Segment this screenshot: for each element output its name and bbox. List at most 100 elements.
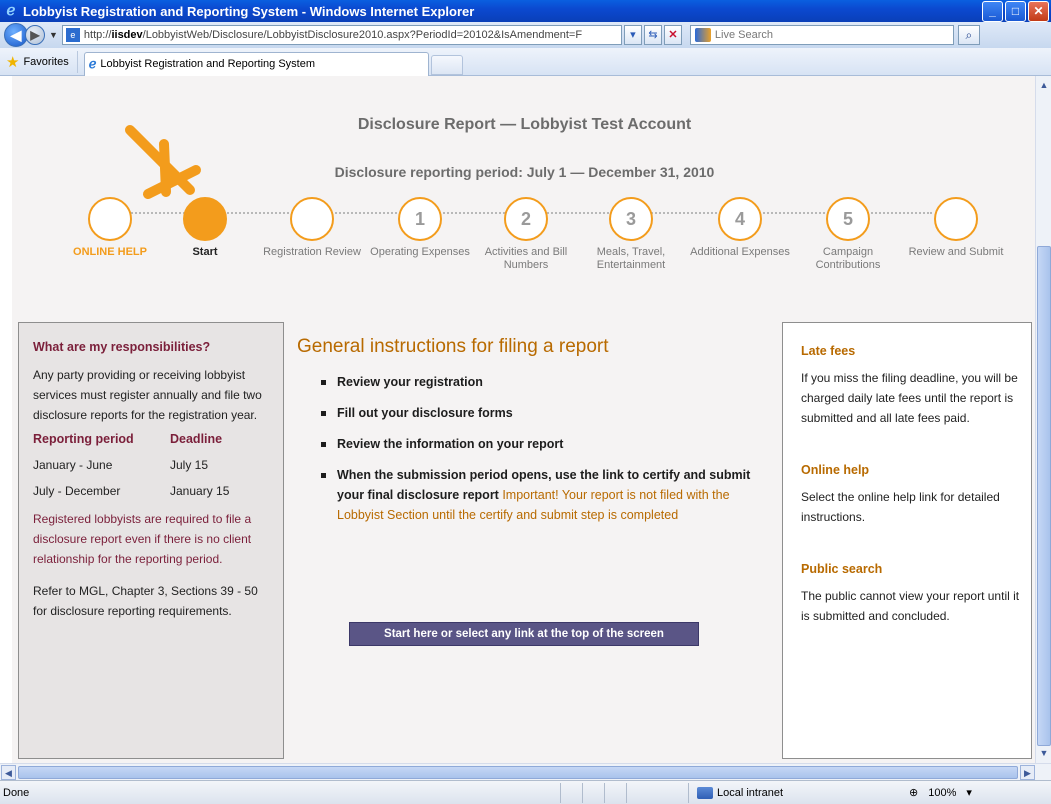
step-circle: 5 <box>826 197 870 241</box>
responsibilities-note: Registered lobbyists are required to fil… <box>33 512 252 566</box>
horizontal-scrollbar[interactable]: ◀ ▶ <box>0 763 1051 780</box>
responsibilities-heading: What are my responsibilities? <box>33 340 211 354</box>
page-body: Disclosure Report — Lobbyist Test Accoun… <box>12 76 1037 763</box>
step-circle: 3 <box>609 197 653 241</box>
step-label: Meals, Travel, Entertainment <box>596 246 666 271</box>
status-cell <box>626 782 648 803</box>
favorites-label: Favorites <box>23 55 69 68</box>
step-operating-expenses[interactable]: 1 Operating Expenses <box>365 197 475 259</box>
instructions-heading: General instructions for filing a report <box>297 336 609 357</box>
scroll-up-icon[interactable]: ▲ <box>1037 78 1051 92</box>
step-circle <box>290 197 334 241</box>
step-label: Operating Expenses <box>370 246 470 258</box>
step-activities[interactable]: 2 Activities and Bill Numbers <box>471 197 581 272</box>
step-label: Review and Submit <box>908 246 1004 258</box>
status-text: Done <box>3 786 30 799</box>
list-item: Review the information on your report <box>321 434 767 454</box>
step-registration-review[interactable]: Registration Review <box>257 197 367 259</box>
ie-logo-icon: ℯ <box>6 2 16 19</box>
step-additional-expenses[interactable]: 4 Additional Expenses <box>685 197 795 259</box>
content-viewport: Disclosure Report — Lobbyist Test Accoun… <box>0 76 1051 763</box>
intranet-icon <box>697 786 713 799</box>
scroll-right-icon[interactable]: ▶ <box>1020 765 1035 780</box>
status-cell <box>582 782 604 803</box>
deadline-table: Reporting period Deadline January - June… <box>33 429 273 501</box>
security-zone[interactable]: Local intranet <box>688 782 791 803</box>
step-circle <box>88 197 132 241</box>
zoom-level: 100% <box>928 786 957 799</box>
page-icon: e <box>65 28 80 42</box>
close-button[interactable]: ✕ <box>1028 1 1049 22</box>
step-label: Registration Review <box>263 246 361 258</box>
col-header-deadline: Deadline <box>170 432 223 446</box>
status-cell <box>560 782 582 803</box>
table-cell: July 15 <box>170 458 209 472</box>
step-label: Additional Expenses <box>690 246 790 258</box>
step-review-submit[interactable]: Review and Submit <box>901 197 1011 259</box>
url-host: iisdev <box>111 29 143 41</box>
responsibilities-panel: What are my responsibilities? Any party … <box>18 322 284 759</box>
step-meals-travel[interactable]: 3 Meals, Travel, Entertainment <box>576 197 686 272</box>
step-label: Start <box>192 246 218 258</box>
search-placeholder: Live Search <box>714 29 774 41</box>
new-tab-button[interactable] <box>430 54 463 75</box>
status-cell <box>604 782 626 803</box>
list-item: Fill out your disclosure forms <box>321 403 767 423</box>
stop-button[interactable]: ✕ <box>663 25 682 45</box>
public-search-heading: Public search <box>801 562 883 576</box>
zoom-control[interactable]: ⊕ 100% ▾ <box>909 786 972 800</box>
step-label: Activities and Bill Numbers <box>484 246 568 271</box>
start-button[interactable]: Start here or select any link at the top… <box>349 622 699 646</box>
step-online-help[interactable]: ONLINE HELP <box>55 197 165 259</box>
pointer-arrow-icon <box>125 125 201 199</box>
search-go-button[interactable]: ⌕ <box>957 25 980 45</box>
step-start[interactable]: Start <box>150 197 260 259</box>
scroll-left-icon[interactable]: ◀ <box>1 765 16 780</box>
list-item: Review your registration <box>321 372 767 392</box>
favorites-bar: ★ Favorites ℯ Lobbyist Registration and … <box>0 48 1051 76</box>
list-item: When the submission period opens, use th… <box>321 465 767 525</box>
step-circle: 1 <box>398 197 442 241</box>
step-label: Campaign Contributions <box>815 246 881 271</box>
history-dropdown-icon[interactable]: ▼ <box>49 30 58 40</box>
status-bar: Done Local intranet ⊕ 100% ▾ <box>0 780 1051 804</box>
address-bar: ◀ ▶ ▼ e http://iisdev/LobbyistWeb/Disclo… <box>0 22 1051 48</box>
table-cell: July - December <box>33 484 121 498</box>
responsibilities-reference: Refer to MGL, Chapter 3, Sections 39 - 5… <box>33 584 258 618</box>
star-icon: ★ <box>6 53 20 71</box>
url-field[interactable]: e http://iisdev/LobbyistWeb/Disclosure/L… <box>61 25 622 45</box>
zoom-icon: ⊕ <box>909 787 919 799</box>
refresh-button[interactable]: ⇆ <box>643 25 662 45</box>
tab-title: Lobbyist Registration and Reporting Syst… <box>100 58 316 70</box>
list-item-text: Fill out your disclosure forms <box>337 406 513 420</box>
list-item-text: Review the information on your report <box>337 437 564 451</box>
zoom-dropdown-icon[interactable]: ▾ <box>966 786 972 799</box>
step-campaign-contributions[interactable]: 5 Campaign Contributions <box>793 197 903 272</box>
public-search-text: The public cannot view your report until… <box>801 589 1020 623</box>
scroll-down-icon[interactable]: ▼ <box>1037 746 1051 760</box>
minimize-button[interactable]: _ <box>982 1 1003 22</box>
url-path: /LobbyistWeb/Disclosure/LobbyistDisclosu… <box>142 29 583 41</box>
info-panel: Late fees If you miss the filing deadlin… <box>782 322 1032 759</box>
live-search-icon <box>694 28 711 42</box>
favorites-button[interactable]: ★ Favorites <box>0 50 78 73</box>
step-circle: 4 <box>718 197 762 241</box>
zone-label: Local intranet <box>717 786 784 799</box>
maximize-button[interactable]: □ <box>1005 1 1026 22</box>
vertical-scrollbar[interactable]: ▲ ▼ <box>1035 76 1051 763</box>
horizontal-scroll-thumb[interactable] <box>18 766 1018 779</box>
step-circle: 2 <box>504 197 548 241</box>
instructions-list: Review your registration Fill out your d… <box>321 372 767 525</box>
instructions-section: General instructions for filing a report… <box>297 336 767 646</box>
browser-tab[interactable]: ℯ Lobbyist Registration and Reporting Sy… <box>83 51 429 76</box>
url-dropdown-button[interactable]: ▾ <box>623 25 642 45</box>
col-header-period: Reporting period <box>33 432 134 446</box>
forward-button[interactable]: ▶ <box>25 25 45 45</box>
vertical-scroll-thumb[interactable] <box>1037 246 1051 746</box>
table-cell: January - June <box>33 458 113 472</box>
window-titlebar: ℯ Lobbyist Registration and Reporting Sy… <box>0 0 1051 22</box>
url-prefix: http:// <box>83 29 112 41</box>
step-circle <box>183 197 227 241</box>
responsibilities-intro: Any party providing or receiving lobbyis… <box>33 368 262 422</box>
search-input[interactable]: Live Search <box>689 25 954 45</box>
